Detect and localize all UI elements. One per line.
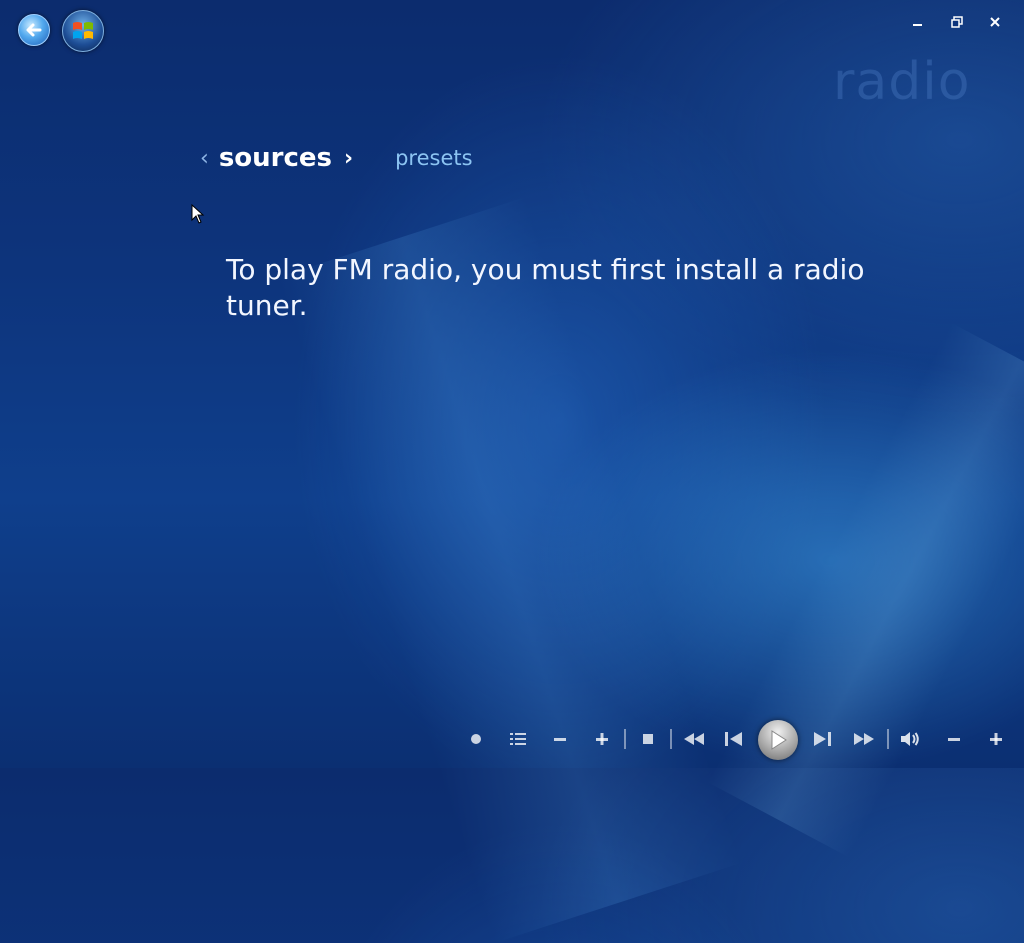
transport-controls <box>460 720 1010 760</box>
fast-forward-icon <box>854 733 874 745</box>
rewind-icon <box>684 733 704 745</box>
chevron-right-icon[interactable]: › <box>344 146 353 171</box>
tuner-required-message: To play FM radio, you must first install… <box>226 253 865 322</box>
windows-start-button[interactable] <box>62 10 104 52</box>
volume-up-button[interactable] <box>984 728 1008 750</box>
divider <box>670 729 672 749</box>
stop-button[interactable] <box>636 728 660 750</box>
guide-icon <box>510 733 526 745</box>
skip-back-icon <box>725 732 742 746</box>
mouse-pointer-icon <box>191 204 205 224</box>
play-icon <box>771 730 787 750</box>
chevron-left-icon[interactable]: ‹ <box>200 146 209 171</box>
restore-button[interactable] <box>951 16 963 32</box>
record-button[interactable] <box>464 728 488 750</box>
channel-up-button[interactable] <box>590 728 614 750</box>
plus-icon <box>990 733 1002 745</box>
skip-forward-icon <box>814 732 831 746</box>
channel-down-button[interactable] <box>548 728 572 750</box>
volume-down-button[interactable] <box>942 728 966 750</box>
mute-button[interactable] <box>898 728 922 750</box>
record-icon <box>471 734 481 744</box>
skip-back-button[interactable] <box>722 728 746 750</box>
back-button[interactable] <box>18 14 50 46</box>
background-light-streak <box>707 322 1024 858</box>
close-icon <box>990 17 1000 27</box>
pivot-item-sources[interactable]: sources <box>219 143 332 173</box>
windows-logo-icon <box>73 22 93 39</box>
pivot-navigation: ‹ sources › presets <box>200 143 473 173</box>
close-button[interactable] <box>989 16 1001 32</box>
page-watermark-title: radio <box>833 52 971 112</box>
minus-icon <box>948 738 960 741</box>
restore-icon <box>951 16 963 28</box>
minimize-icon <box>913 24 922 26</box>
stop-icon <box>643 734 653 744</box>
plus-icon <box>596 733 608 745</box>
rewind-button[interactable] <box>682 728 706 750</box>
minus-icon <box>554 738 566 741</box>
divider <box>624 729 626 749</box>
divider <box>887 729 889 749</box>
pivot-item-presets[interactable]: presets <box>395 146 472 170</box>
play-button[interactable] <box>758 720 798 760</box>
fast-forward-button[interactable] <box>852 728 876 750</box>
guide-button[interactable] <box>506 728 530 750</box>
speaker-icon <box>901 732 919 746</box>
back-arrow-icon <box>26 23 42 37</box>
skip-forward-button[interactable] <box>810 728 834 750</box>
minimize-button[interactable] <box>912 16 924 32</box>
